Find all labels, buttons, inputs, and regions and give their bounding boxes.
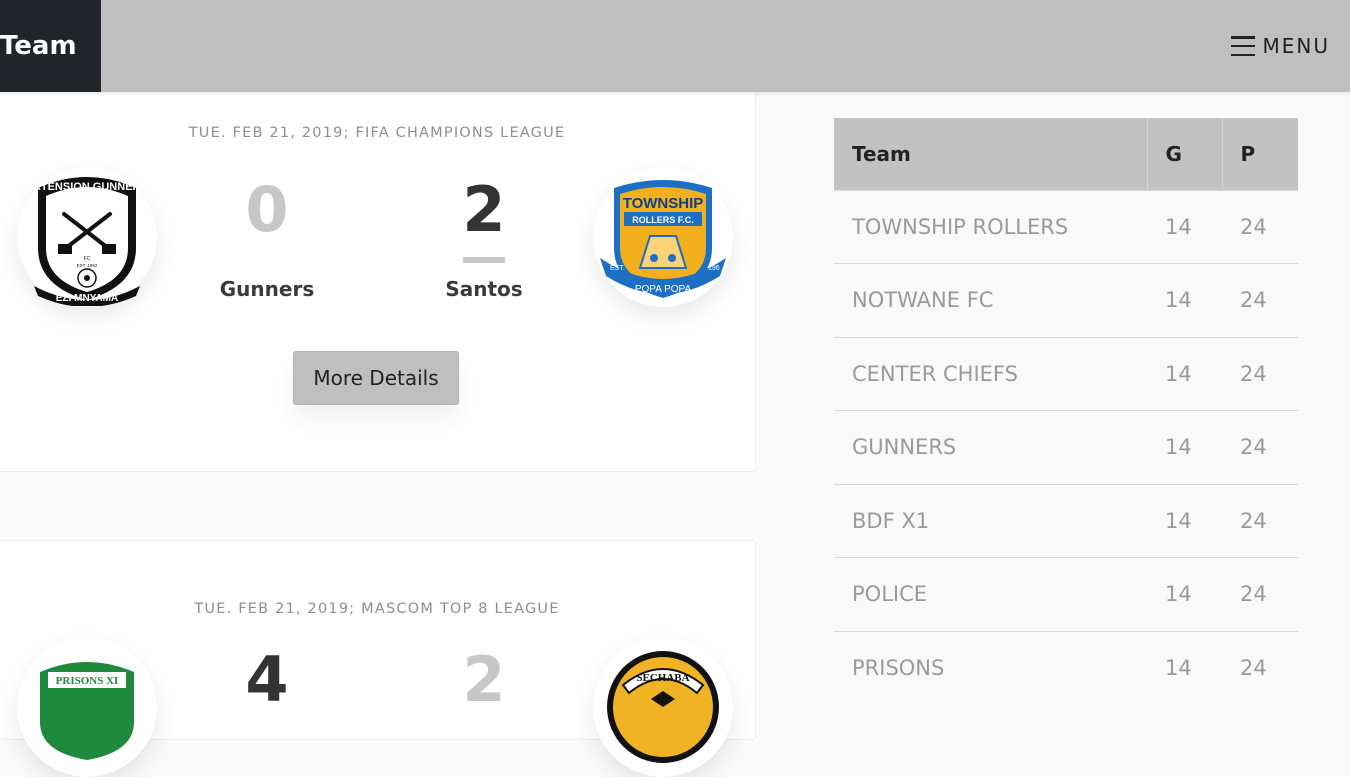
svg-text:EZI MNYAMA: EZI MNYAMA bbox=[56, 293, 118, 304]
gunners-logo: EXTENSION GUNNERS FC EST. 1962 EZI MNYAM… bbox=[17, 167, 157, 307]
match-date-league: TUE. FEB 21, 2019; MASCOM TOP 8 LEAGUE bbox=[194, 601, 560, 617]
standings-table: Team G P TOWNSHIP ROLLERS 14 24 NOTWANE … bbox=[834, 118, 1298, 705]
table-row: TOWNSHIP ROLLERS 14 24 bbox=[834, 189, 1298, 264]
games-cell: 14 bbox=[1147, 263, 1222, 337]
team-cell: TOWNSHIP ROLLERS bbox=[834, 189, 1147, 264]
games-cell: 14 bbox=[1147, 630, 1222, 705]
games-cell: 14 bbox=[1147, 483, 1222, 558]
team-cell: NOTWANE FC bbox=[834, 263, 1147, 337]
away-score: 2 bbox=[462, 173, 506, 246]
prisons-logo: PRISONS XI bbox=[17, 637, 157, 777]
match-card: TUE. FEB 21, 2019; MASCOM TOP 8 LEAGUE P… bbox=[0, 540, 756, 777]
games-cell: 14 bbox=[1147, 336, 1222, 411]
games-cell: 14 bbox=[1147, 410, 1222, 484]
sechaba-logo: SECHABA bbox=[593, 637, 733, 777]
svg-text:196: 196 bbox=[708, 265, 720, 272]
team-cell: CENTER CHIEFS bbox=[834, 336, 1147, 411]
points-cell: 24 bbox=[1222, 630, 1298, 705]
table-row: POLICE 14 24 bbox=[834, 557, 1298, 631]
gunners-crest-icon: EXTENSION GUNNERS FC EST. 1962 EZI MNYAM… bbox=[28, 177, 146, 306]
column-header-team[interactable]: Team bbox=[834, 118, 1148, 190]
column-header-points[interactable]: P bbox=[1222, 118, 1298, 190]
svg-text:TOWNSHIP: TOWNSHIP bbox=[623, 195, 704, 212]
svg-text:EST. 1962: EST. 1962 bbox=[77, 263, 98, 268]
svg-text:EST.: EST. bbox=[610, 265, 625, 272]
svg-text:ROLLERS F.C.: ROLLERS F.C. bbox=[632, 215, 694, 225]
games-cell: 14 bbox=[1147, 189, 1222, 264]
winner-indicator bbox=[463, 257, 505, 263]
column-header-games[interactable]: G bbox=[1147, 118, 1223, 190]
table-row: CENTER CHIEFS 14 24 bbox=[834, 336, 1298, 411]
team-cell: PRISONS bbox=[834, 630, 1147, 705]
svg-text:POPA POPA: POPA POPA bbox=[635, 284, 692, 295]
points-cell: 24 bbox=[1222, 557, 1298, 631]
away-score: 2 bbox=[462, 643, 506, 716]
svg-text:EXTENSION GUNNERS: EXTENSION GUNNERS bbox=[28, 181, 146, 193]
svg-text:PRISONS XI: PRISONS XI bbox=[56, 675, 119, 687]
table-row: PRISONS 14 24 bbox=[834, 630, 1298, 705]
points-cell: 24 bbox=[1222, 336, 1298, 411]
township-crest-icon: TOWNSHIP ROLLERS F.C. EST. 196 POPA POPA bbox=[600, 180, 726, 298]
site-header: Team MENU bbox=[0, 0, 1350, 92]
menu-label: MENU bbox=[1262, 34, 1330, 58]
points-cell: 24 bbox=[1222, 189, 1298, 264]
home-team-name: Gunners bbox=[219, 277, 315, 301]
match-date-league: TUE. FEB 21, 2019; FIFA CHAMPIONS LEAGUE bbox=[188, 125, 566, 141]
home-score: 0 bbox=[245, 173, 289, 246]
prisons-crest-icon: PRISONS XI bbox=[40, 662, 134, 760]
points-cell: 24 bbox=[1222, 410, 1298, 484]
away-team-name: Santos bbox=[445, 277, 523, 301]
standings-header-row: Team G P bbox=[834, 118, 1298, 190]
township-rollers-logo: TOWNSHIP ROLLERS F.C. EST. 196 POPA POPA bbox=[593, 167, 733, 307]
table-row: GUNNERS 14 24 bbox=[834, 410, 1298, 484]
table-row: NOTWANE FC 14 24 bbox=[834, 263, 1298, 337]
sechaba-crest-icon: SECHABA bbox=[607, 651, 719, 763]
menu-button[interactable]: MENU bbox=[1230, 0, 1331, 92]
points-cell: 24 bbox=[1222, 263, 1298, 337]
games-cell: 14 bbox=[1147, 557, 1222, 631]
team-cell: BDF X1 bbox=[834, 483, 1147, 558]
team-cell: GUNNERS bbox=[834, 410, 1147, 484]
brand-logo-text[interactable]: Team bbox=[0, 0, 101, 92]
team-cell: POLICE bbox=[834, 557, 1147, 631]
hamburger-icon bbox=[1230, 36, 1255, 56]
match-card: TUE. FEB 21, 2019; FIFA CHAMPIONS LEAGUE… bbox=[0, 60, 756, 472]
points-cell: 24 bbox=[1222, 483, 1298, 558]
table-row: BDF X1 14 24 bbox=[834, 483, 1298, 558]
more-details-button[interactable]: More Details bbox=[293, 351, 459, 405]
home-score: 4 bbox=[245, 643, 289, 716]
svg-text:FC: FC bbox=[84, 256, 91, 262]
